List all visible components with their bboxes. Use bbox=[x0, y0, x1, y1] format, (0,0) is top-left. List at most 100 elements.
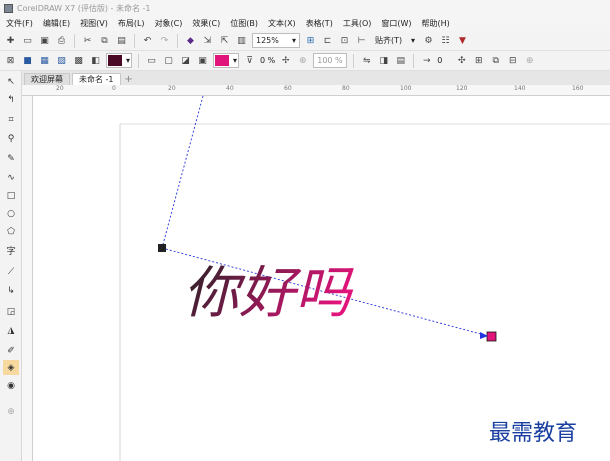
pattern-fill-icon[interactable]: ▩ bbox=[72, 54, 85, 67]
guidelines-icon[interactable]: ⊢ bbox=[355, 34, 368, 47]
horizontal-ruler[interactable]: 20 0 20 40 60 80 100 120 140 160 bbox=[22, 85, 610, 96]
zoom-level-select[interactable]: 125% ▾ bbox=[252, 33, 300, 48]
fountain-fill-icon[interactable]: ▨ bbox=[55, 54, 68, 67]
shape-tool-icon[interactable]: ↰ bbox=[3, 92, 19, 107]
transparency-tool-icon[interactable]: ◮ bbox=[3, 323, 19, 338]
menu-view[interactable]: 视图(V) bbox=[80, 18, 108, 29]
vertical-ruler[interactable] bbox=[22, 96, 33, 461]
connector-tool-icon[interactable]: ↳ bbox=[3, 283, 19, 298]
wrap-fill-icon[interactable]: ◨ bbox=[377, 54, 390, 67]
pick-tool-icon[interactable]: ↖ bbox=[3, 74, 19, 89]
menu-object[interactable]: 对象(C) bbox=[155, 18, 183, 29]
start-color-swatch bbox=[108, 55, 122, 66]
rectangle-tool-icon[interactable]: □ bbox=[3, 188, 19, 203]
menu-window[interactable]: 窗口(W) bbox=[381, 18, 411, 29]
quick-customize-icon[interactable]: ⊕ bbox=[523, 54, 536, 67]
add-node-icon[interactable]: ✢ bbox=[279, 54, 292, 67]
import-icon[interactable]: ⇲ bbox=[201, 34, 214, 47]
parallel-dimension-tool-icon[interactable]: ⟋ bbox=[3, 264, 19, 279]
coreldraw-app-icon bbox=[4, 3, 13, 13]
tab-untitled-document[interactable]: 未命名 -1 bbox=[72, 73, 121, 85]
conical-fountain-icon[interactable]: ◪ bbox=[179, 54, 192, 67]
no-fill-icon[interactable]: ■ bbox=[21, 54, 34, 67]
rectangular-fountain-icon[interactable]: ▣ bbox=[196, 54, 209, 67]
full-screen-icon[interactable]: ⊞ bbox=[304, 34, 317, 47]
publish-pdf-icon[interactable]: ▥ bbox=[235, 34, 248, 47]
freehand-tool-icon[interactable]: ✎ bbox=[3, 151, 19, 166]
open-folder-icon[interactable]: ▭ bbox=[21, 34, 34, 47]
ruler-label: 60 bbox=[284, 85, 292, 92]
texture-fill-icon[interactable]: ◧ bbox=[89, 54, 102, 67]
title-bar: CorelDRAW X7 (评估版) - 未命名 -1 bbox=[0, 0, 610, 16]
polygon-tool-icon[interactable]: ⬠ bbox=[3, 224, 19, 239]
tab-welcome-screen[interactable]: 欢迎屏幕 bbox=[24, 73, 70, 85]
angle-value[interactable]: 0 bbox=[437, 56, 451, 65]
fill-direction-guide bbox=[161, 96, 204, 249]
uniform-fill-icon[interactable]: ▦ bbox=[38, 54, 51, 67]
linear-fountain-icon[interactable]: ▭ bbox=[145, 54, 158, 67]
ruler-label: 20 bbox=[168, 85, 176, 92]
reverse-fill-icon[interactable]: ⇋ bbox=[360, 54, 373, 67]
zoom-tool-icon[interactable]: ⚲ bbox=[3, 131, 19, 146]
rulers-icon[interactable]: ⊏ bbox=[321, 34, 334, 47]
quick-customize-icon[interactable]: ⊕ bbox=[3, 404, 19, 419]
drawing-canvas[interactable]: 你好吗 最需教育 bbox=[33, 96, 610, 461]
chevron-down-icon: ▾ bbox=[291, 36, 296, 45]
save-icon[interactable]: ▣ bbox=[38, 34, 51, 47]
add-tab-icon[interactable]: + bbox=[123, 73, 135, 85]
text-tool-icon[interactable]: 字 bbox=[3, 243, 19, 258]
menu-layout[interactable]: 布局(L) bbox=[118, 18, 145, 29]
copy-fill-properties-icon[interactable]: ⧉ bbox=[489, 54, 502, 67]
cut-icon[interactable]: ✂ bbox=[81, 34, 94, 47]
menu-edit[interactable]: 编辑(E) bbox=[43, 18, 70, 29]
fill-end-node[interactable] bbox=[486, 331, 497, 342]
paste-icon[interactable]: ▤ bbox=[115, 34, 128, 47]
ruler-label: 100 bbox=[400, 85, 412, 92]
interactive-fill-tool-icon[interactable]: ◈ bbox=[3, 360, 19, 375]
edit-fill-icon[interactable]: ⊞ bbox=[472, 54, 485, 67]
color-eyedropper-tool-icon[interactable]: ✐ bbox=[3, 343, 19, 358]
acceleration-icon[interactable]: → bbox=[420, 54, 433, 67]
gradient-text[interactable]: 你好吗 bbox=[183, 261, 354, 326]
artistic-media-tool-icon[interactable]: ∿ bbox=[3, 170, 19, 185]
options-icon[interactable]: ⚙ bbox=[422, 34, 435, 47]
drop-shadow-tool-icon[interactable]: ◲ bbox=[3, 304, 19, 319]
export-icon[interactable]: ⇱ bbox=[218, 34, 231, 47]
menu-help[interactable]: 帮助(H) bbox=[422, 18, 450, 29]
canvas-svg: 你好吗 最需教育 bbox=[119, 96, 610, 461]
start-color-picker[interactable]: ▾ bbox=[106, 53, 132, 68]
fill-options-icon[interactable]: ⊟ bbox=[506, 54, 519, 67]
menu-table[interactable]: 表格(T) bbox=[306, 18, 333, 29]
dropdown-icon[interactable]: ▼ bbox=[456, 34, 469, 47]
chevron-down-icon: ▾ bbox=[410, 36, 415, 45]
snap-label: 贴齐(T) bbox=[375, 36, 403, 45]
new-document-icon[interactable]: ✚ bbox=[4, 34, 17, 47]
ruler-label: 120 bbox=[456, 85, 468, 92]
menu-text[interactable]: 文本(X) bbox=[268, 18, 296, 29]
free-scale-icon[interactable]: ✣ bbox=[455, 54, 468, 67]
undo-icon[interactable]: ↶ bbox=[141, 34, 154, 47]
print-icon[interactable]: ⎙ bbox=[55, 34, 68, 47]
grid-icon[interactable]: ⊡ bbox=[338, 34, 351, 47]
transparency-value[interactable]: 0 % bbox=[260, 56, 275, 65]
menu-bitmaps[interactable]: 位图(B) bbox=[230, 18, 258, 29]
menu-effects[interactable]: 效果(C) bbox=[192, 18, 220, 29]
fill-start-node[interactable] bbox=[158, 244, 166, 252]
menu-tools[interactable]: 工具(O) bbox=[343, 18, 372, 29]
smooth-blend-icon[interactable]: ▤ bbox=[394, 54, 407, 67]
redo-icon[interactable]: ↷ bbox=[158, 34, 171, 47]
application-launcher-icon[interactable]: ☷ bbox=[439, 34, 452, 47]
search-content-icon[interactable]: ◆ bbox=[184, 34, 197, 47]
ruler-label: 140 bbox=[514, 85, 526, 92]
copy-icon[interactable]: ⧉ bbox=[98, 34, 111, 47]
smart-fill-tool-icon[interactable]: ◉ bbox=[3, 378, 19, 393]
snap-to-dropdown[interactable]: 贴齐(T) ▾ bbox=[372, 33, 418, 48]
ruler-label: 40 bbox=[226, 85, 234, 92]
crop-tool-icon[interactable]: ⌗ bbox=[3, 112, 19, 127]
ellipse-tool-icon[interactable]: ○ bbox=[3, 206, 19, 221]
node-color-picker[interactable]: ▾ bbox=[213, 53, 239, 68]
elliptical-fountain-icon[interactable]: ▢ bbox=[162, 54, 175, 67]
midpoint-input[interactable]: 100 % bbox=[313, 53, 348, 68]
menu-file[interactable]: 文件(F) bbox=[6, 18, 33, 29]
interactive-fill-icon[interactable]: ⊠ bbox=[4, 54, 17, 67]
